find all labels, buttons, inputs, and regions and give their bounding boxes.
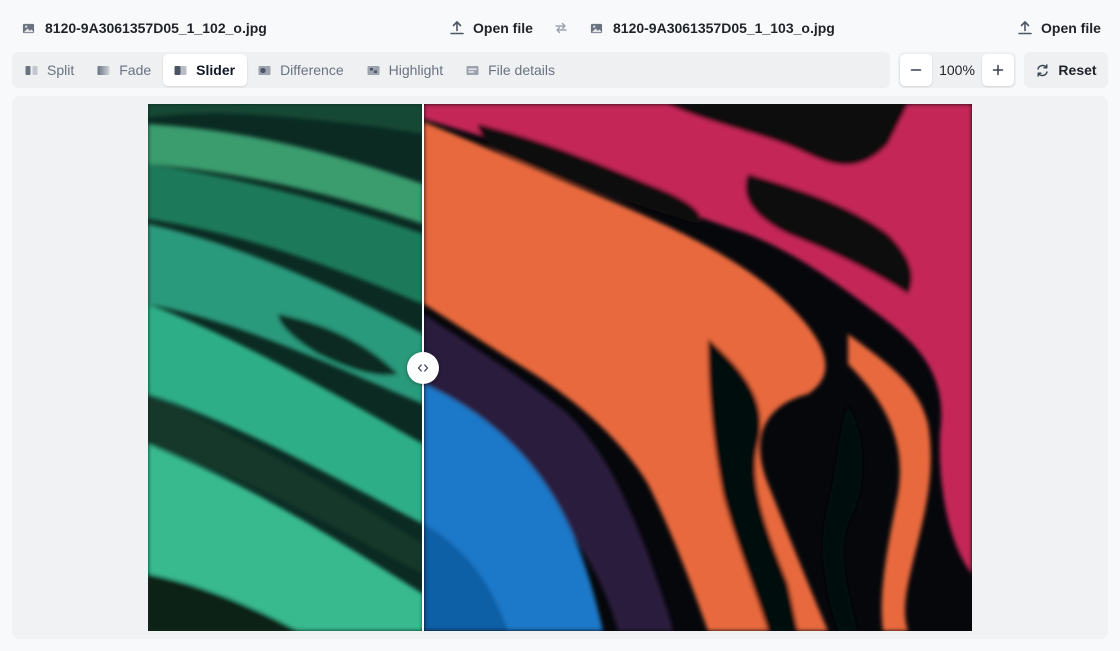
right-file-name: 8120-9A3061357D05_1_103_o.jpg [590,18,835,38]
split-icon [25,65,38,75]
tab-slider[interactable]: Slider [163,54,248,86]
tab-split[interactable]: Split [14,54,86,86]
tab-difference-label: Difference [280,62,344,78]
upload-icon [450,21,464,35]
highlight-icon [367,65,380,75]
image-file-icon [22,23,35,33]
fade-icon [97,65,110,75]
swap-arrows-icon [555,22,567,34]
right-file-label: 8120-9A3061357D05_1_103_o.jpg [613,20,835,36]
tab-fade[interactable]: Fade [86,54,163,86]
zoom-in-button[interactable] [982,54,1014,86]
tab-highlight-label: Highlight [388,62,444,78]
comparison-canvas[interactable] [12,96,1108,639]
reset-icon [1037,63,1049,77]
left-file-label: 8120-9A3061357D05_1_102_o.jpg [45,20,267,36]
chevron-left-right-icon [417,364,429,372]
slider-icon [174,65,187,75]
comparison-mode-tabs: Split Fade Slider Difference Highlight F… [12,52,890,88]
difference-icon [258,65,271,75]
tab-file-details[interactable]: File details [455,54,567,86]
slider-handle[interactable] [407,352,439,384]
left-image-clip [148,104,423,631]
left-image [148,104,423,631]
reset-label: Reset [1058,62,1097,78]
tab-highlight[interactable]: Highlight [356,54,455,86]
plus-icon [992,64,1004,76]
image-comparison-frame[interactable] [148,104,972,631]
file-bar: 8120-9A3061357D05_1_102_o.jpg Open file … [0,0,1120,56]
upload-icon [1018,21,1032,35]
open-right-file-label: Open file [1041,20,1101,36]
tab-slider-label: Slider [196,62,236,78]
tab-split-label: Split [47,62,75,78]
tab-fade-label: Fade [119,62,152,78]
tab-difference[interactable]: Difference [247,54,356,86]
open-left-file-button[interactable]: Open file [447,14,535,42]
zoom-controls: 100% [898,52,1016,88]
open-right-file-button[interactable]: Open file [1015,14,1103,42]
file-details-icon [466,65,479,75]
zoom-out-button[interactable] [900,54,932,86]
minus-icon [910,69,922,71]
open-left-file-label: Open file [473,20,533,36]
reset-button[interactable]: Reset [1024,52,1108,88]
tab-file-details-label: File details [488,62,556,78]
zoom-level: 100% [939,62,975,78]
left-file-name: 8120-9A3061357D05_1_102_o.jpg [22,18,267,38]
swap-files-button[interactable] [551,18,571,38]
image-file-icon [590,23,603,33]
